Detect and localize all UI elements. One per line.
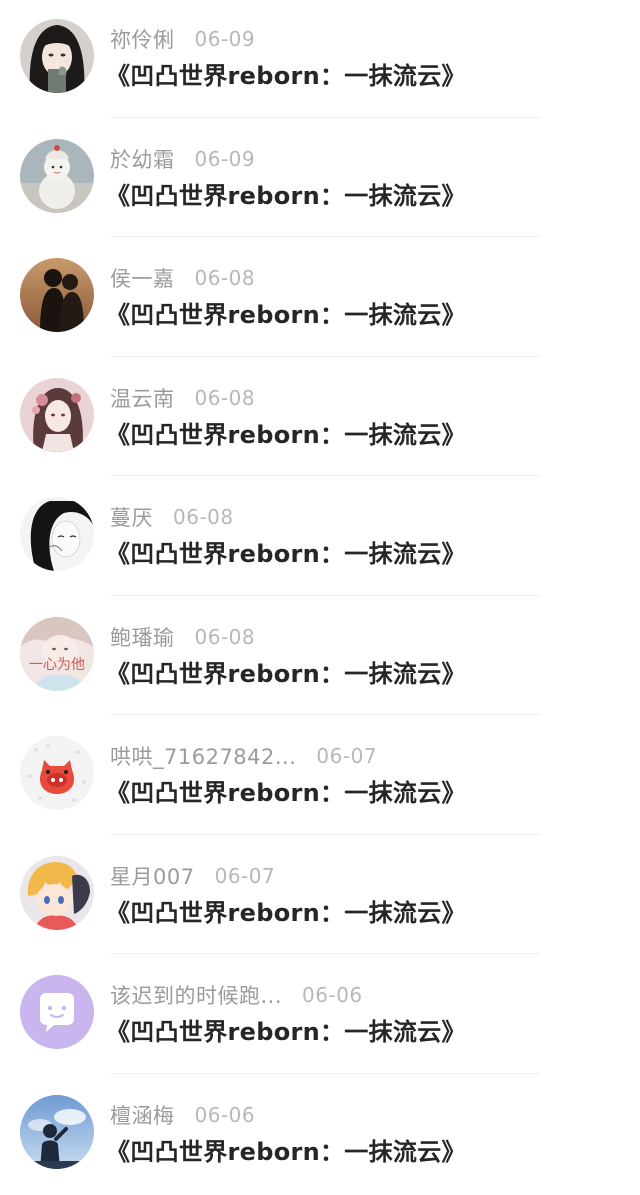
avatar[interactable] — [20, 139, 94, 213]
message-title[interactable]: 《凹凸世界reborn：一抹流云》 — [106, 773, 466, 808]
user-name[interactable]: 哄哄_71627842... — [110, 741, 296, 771]
list-item[interactable]: 星月007 06-07 《凹凸世界reborn：一抹流云》 — [0, 837, 640, 957]
list-item[interactable]: 蔓厌 06-08 《凹凸世界reborn：一抹流云》 — [0, 478, 640, 598]
timestamp: 06-06 — [302, 983, 363, 1007]
divider — [110, 595, 540, 596]
avatar[interactable] — [20, 1095, 94, 1169]
user-name[interactable]: 於幼霜 — [110, 144, 175, 174]
message-title[interactable]: 《凹凸世界reborn：一抹流云》 — [106, 1012, 466, 1047]
timestamp: 06-08 — [195, 266, 256, 290]
user-name[interactable]: 侯一嘉 — [110, 263, 175, 293]
divider — [110, 714, 540, 715]
list-item[interactable]: 檀涵梅 06-06 《凹凸世界reborn：一抹流云》 — [0, 1076, 640, 1195]
user-name[interactable]: 祢伶俐 — [110, 24, 175, 54]
divider — [110, 356, 540, 357]
divider — [110, 1073, 540, 1074]
message-title[interactable]: 《凹凸世界reborn：一抹流云》 — [106, 415, 466, 450]
list-item[interactable]: 祢伶俐 06-09 《凹凸世界reborn：一抹流云》 — [0, 0, 640, 120]
user-name[interactable]: 星月007 — [110, 861, 195, 891]
message-title[interactable]: 《凹凸世界reborn：一抹流云》 — [106, 893, 466, 928]
message-list: 祢伶俐 06-09 《凹凸世界reborn：一抹流云》 於幼霜 06-09 《 — [0, 0, 640, 1195]
timestamp: 06-09 — [195, 27, 256, 51]
user-name[interactable]: 蔓厌 — [110, 502, 153, 532]
list-item[interactable]: 温云南 06-08 《凹凸世界reborn：一抹流云》 — [0, 359, 640, 479]
avatar[interactable] — [20, 975, 94, 1049]
user-name[interactable]: 檀涵梅 — [110, 1100, 175, 1130]
message-title[interactable]: 《凹凸世界reborn：一抹流云》 — [106, 295, 466, 330]
user-name[interactable]: 该迟到的时候跑... — [110, 980, 282, 1010]
timestamp: 06-08 — [195, 625, 256, 649]
timestamp: 06-09 — [195, 147, 256, 171]
message-title[interactable]: 《凹凸世界reborn：一抹流云》 — [106, 1132, 466, 1167]
avatar-overlay-text: 一心为他 — [29, 657, 85, 673]
divider — [110, 475, 540, 476]
divider — [110, 834, 540, 835]
list-item[interactable]: 侯一嘉 06-08 《凹凸世界reborn：一抹流云》 — [0, 239, 640, 359]
message-title[interactable]: 《凹凸世界reborn：一抹流云》 — [106, 534, 466, 569]
user-name[interactable]: 鲍璠瑜 — [110, 622, 175, 652]
timestamp: 06-07 — [316, 744, 377, 768]
avatar[interactable]: 一心为他 — [20, 617, 94, 691]
list-item[interactable]: 该迟到的时候跑... 06-06 《凹凸世界reborn：一抹流云》 — [0, 956, 640, 1076]
avatar[interactable] — [20, 19, 94, 93]
avatar[interactable] — [20, 258, 94, 332]
divider — [110, 117, 540, 118]
message-title[interactable]: 《凹凸世界reborn：一抹流云》 — [106, 56, 466, 91]
timestamp: 06-06 — [195, 1103, 256, 1127]
user-name[interactable]: 温云南 — [110, 383, 175, 413]
divider — [110, 236, 540, 237]
list-item[interactable]: 於幼霜 06-09 《凹凸世界reborn：一抹流云》 — [0, 120, 640, 240]
divider — [110, 953, 540, 954]
avatar[interactable] — [20, 378, 94, 452]
avatar[interactable] — [20, 736, 94, 810]
list-item[interactable]: 一心为他 鲍璠瑜 06-08 《凹凸世界reborn：一抹流云》 — [0, 598, 640, 718]
timestamp: 06-08 — [195, 386, 256, 410]
timestamp: 06-08 — [173, 505, 234, 529]
avatar[interactable] — [20, 497, 94, 571]
message-title[interactable]: 《凹凸世界reborn：一抹流云》 — [106, 176, 466, 211]
message-title[interactable]: 《凹凸世界reborn：一抹流云》 — [106, 654, 466, 689]
list-item[interactable]: 哄哄_71627842... 06-07 《凹凸世界reborn：一抹流云》 — [0, 717, 640, 837]
avatar[interactable] — [20, 856, 94, 930]
timestamp: 06-07 — [215, 864, 276, 888]
